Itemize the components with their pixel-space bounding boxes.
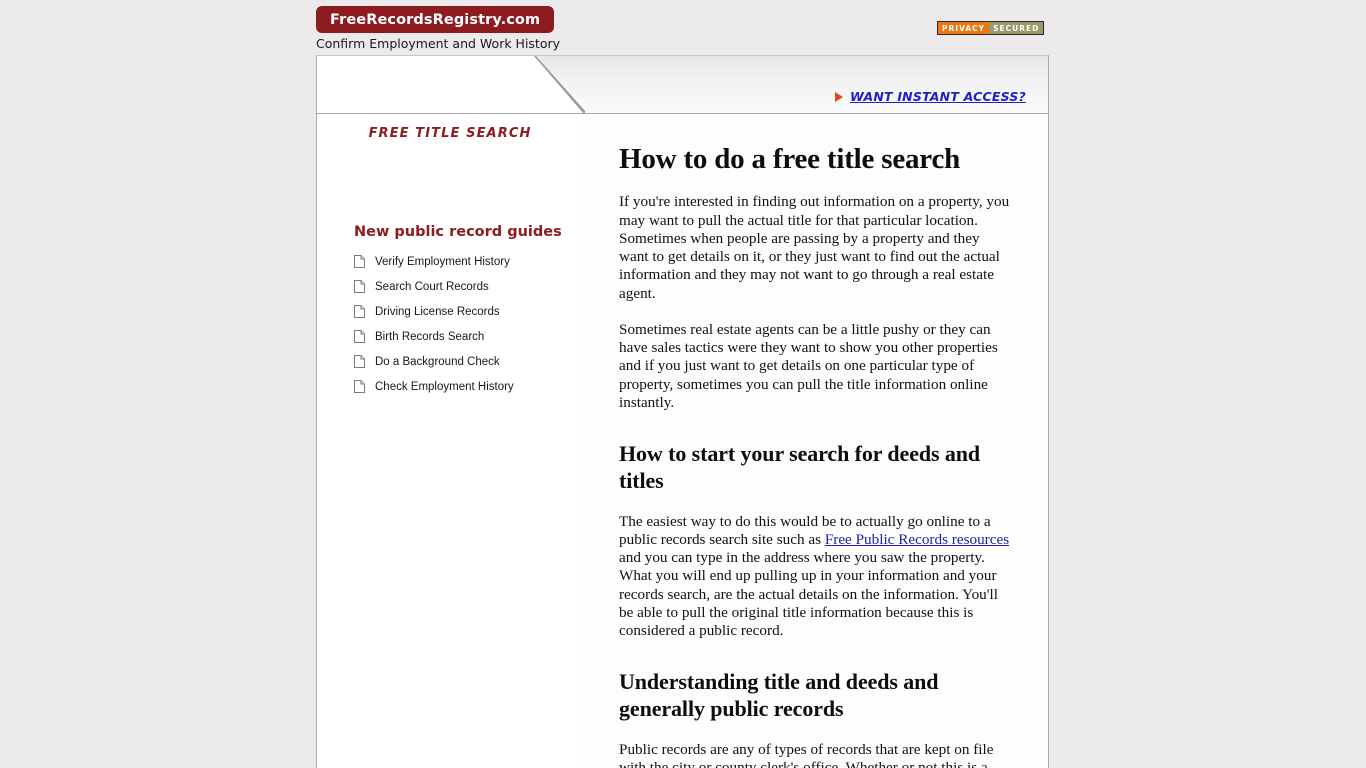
- sidebar-title: FREE TITLE SEARCH: [368, 126, 532, 141]
- masthead: FreeRecordsRegistry.com Confirm Employme…: [0, 0, 1366, 56]
- records-links-list: People SearchBackground ChecksDoctor Sea…: [317, 472, 752, 768]
- paragraph-intro: If you're interested in finding out info…: [619, 193, 1010, 302]
- guide-list-item[interactable]: Driving License Records: [317, 299, 583, 324]
- site-tagline: Confirm Employment and Work History: [316, 36, 561, 51]
- document-icon: [354, 255, 365, 268]
- tab-notch-shape: [317, 56, 585, 113]
- guides-heading: New public record guides: [354, 224, 562, 240]
- document-icon: [354, 305, 365, 318]
- paragraph-agents: Sometimes real estate agents can be a li…: [619, 320, 998, 411]
- paragraph-public-records: Public records are any of types of recor…: [619, 740, 994, 768]
- guide-list-item-label: Do a Background Check: [375, 355, 500, 368]
- instant-access-cta[interactable]: WANT INSTANT ACCESS?: [834, 89, 1026, 104]
- document-icon: [354, 355, 365, 368]
- paragraph-text-after-link: and you can type in the address where yo…: [619, 549, 998, 639]
- guide-list-item-label: Driving License Records: [375, 305, 500, 318]
- section-heading-start-search: How to start your search for deeds and t…: [619, 441, 981, 494]
- guide-list-item-label: Check Employment History: [375, 380, 514, 393]
- want-instant-access-link[interactable]: WANT INSTANT ACCESS?: [850, 89, 1026, 104]
- triangle-right-icon: [834, 91, 843, 102]
- guide-list-item-label: Birth Records Search: [375, 330, 485, 343]
- page-root: FreeRecordsRegistry.com Confirm Employme…: [0, 0, 1366, 768]
- guide-list-item[interactable]: Verify Employment History: [317, 249, 583, 274]
- body-columns: FREE TITLE SEARCH New public record guid…: [317, 115, 1048, 768]
- privacy-secured-badge: PRIVACY SECURED: [937, 21, 1045, 35]
- document-icon: [354, 330, 365, 343]
- secured-badge-label: SECURED: [989, 22, 1044, 34]
- document-icon: [354, 380, 365, 393]
- site-logo[interactable]: FreeRecordsRegistry.com: [316, 6, 555, 33]
- guides-list: Verify Employment History Search Court Re…: [317, 249, 583, 399]
- page-title: How to do a free title search: [619, 143, 961, 175]
- paragraph-easiest-way: The easiest way to do this would be to a…: [619, 513, 1012, 641]
- section-heading-understanding: Understanding title and deeds and genera…: [619, 669, 939, 722]
- main-content: How to do a free title search If you're …: [583, 115, 1048, 768]
- guide-list-item-label: Verify Employment History: [375, 255, 510, 268]
- guide-list-item[interactable]: Search Court Records: [317, 274, 583, 299]
- sidebar: FREE TITLE SEARCH New public record guid…: [317, 115, 752, 768]
- header-band: WANT INSTANT ACCESS?: [317, 56, 1048, 114]
- guide-list-item[interactable]: Birth Records Search: [317, 324, 583, 349]
- free-public-records-link[interactable]: Free Public Records resources: [825, 531, 1009, 548]
- guide-list-item-label: Search Court Records: [375, 280, 489, 293]
- privacy-badge-label: PRIVACY: [938, 22, 990, 34]
- page-shell: WANT INSTANT ACCESS? FREE TITLE SEARCH N…: [316, 55, 1049, 768]
- guide-list-item[interactable]: Check Employment History: [317, 374, 583, 399]
- guide-list-item[interactable]: Do a Background Check: [317, 349, 583, 374]
- document-icon: [354, 280, 365, 293]
